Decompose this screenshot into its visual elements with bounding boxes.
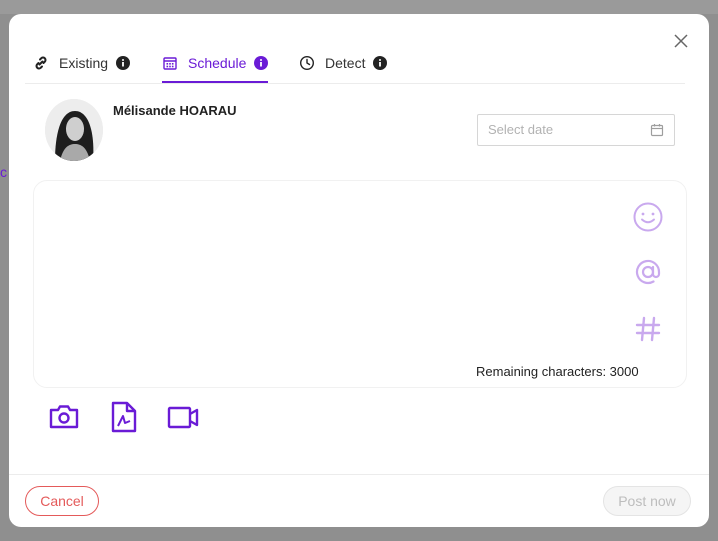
user-photo: [45, 99, 103, 161]
info-icon[interactable]: [254, 56, 269, 70]
avatar: [45, 99, 103, 161]
date-picker[interactable]: [477, 114, 675, 146]
backdrop: [0, 0, 718, 14]
calendar-grid-icon: [162, 55, 178, 71]
hashtag-icon[interactable]: [632, 313, 664, 350]
pdf-icon: [111, 401, 137, 433]
date-input[interactable]: [478, 115, 648, 143]
add-photo-button[interactable]: [47, 401, 81, 433]
add-pdf-button[interactable]: [107, 401, 141, 433]
post-editor: Remaining characters: 3000: [33, 180, 687, 388]
calendar-icon[interactable]: [650, 123, 664, 137]
user-name: Mélisande HOARAU: [113, 103, 237, 118]
schedule-post-modal: Existing Schedule Detect Mélisande HOARA…: [9, 14, 709, 527]
link-icon: [33, 55, 49, 71]
modal-footer: Cancel Post now: [9, 474, 709, 527]
info-icon[interactable]: [116, 56, 131, 70]
add-video-button[interactable]: [166, 401, 200, 433]
clock-icon: [299, 55, 315, 71]
tab-detect[interactable]: Detect: [299, 44, 388, 82]
post-now-button[interactable]: Post now: [603, 486, 691, 516]
tab-schedule-label: Schedule: [188, 55, 247, 71]
remaining-characters: Remaining characters: 3000: [476, 364, 639, 379]
tab-existing-label: Existing: [59, 55, 109, 71]
post-text-input[interactable]: [48, 195, 622, 359]
tab-bar: Existing Schedule Detect: [25, 44, 685, 84]
info-icon[interactable]: [373, 56, 388, 70]
background-link-fragment: c: [0, 164, 7, 180]
tab-existing[interactable]: Existing: [33, 44, 131, 82]
cancel-button[interactable]: Cancel: [25, 486, 99, 516]
tab-detect-label: Detect: [325, 55, 366, 71]
emoji-icon[interactable]: [632, 201, 664, 238]
camera-icon: [49, 405, 79, 429]
video-icon: [167, 406, 199, 429]
mention-icon[interactable]: [632, 256, 664, 293]
tab-schedule[interactable]: Schedule: [162, 44, 269, 83]
